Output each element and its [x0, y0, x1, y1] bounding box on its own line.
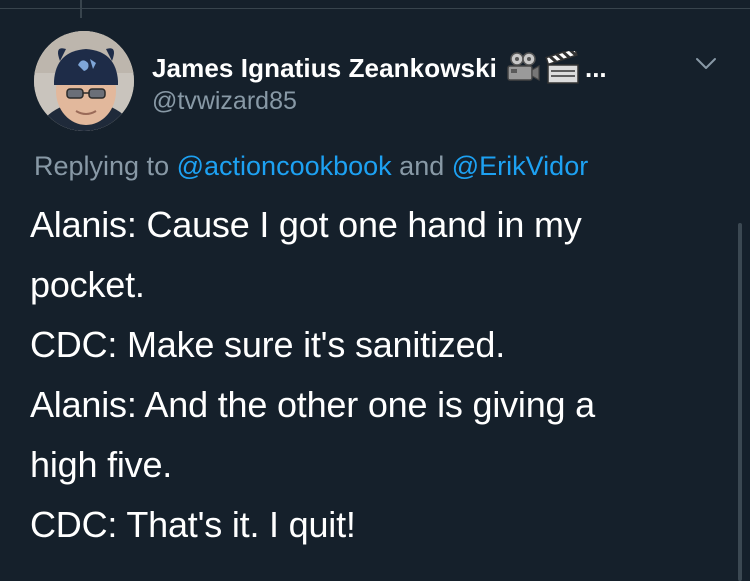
replying-to-label: Replying to	[34, 151, 170, 181]
movie-camera-icon	[507, 52, 540, 82]
mention-link[interactable]: @ErikVidor	[452, 151, 588, 181]
tweet-text-line: CDC: That's it. I quit!	[30, 504, 356, 545]
clapper-board-icon	[545, 51, 579, 84]
scrollbar[interactable]	[738, 223, 742, 581]
avatar[interactable]	[34, 31, 134, 131]
tweet-text: Alanis: Cause I got one hand in my pocke…	[30, 195, 720, 555]
avatar-photo-icon	[34, 31, 134, 131]
replying-to-line: Replying to @actioncookbook and @ErikVid…	[34, 148, 588, 184]
more-options-chevron-icon[interactable]	[694, 54, 718, 74]
display-name-row[interactable]: James Ignatius Zeankowski ...	[152, 50, 607, 86]
tweet-text-line: high five.	[30, 444, 173, 485]
mention-link[interactable]: @actioncookbook	[177, 151, 392, 181]
tweet-header: James Ignatius Zeankowski ... @tvwizard8…	[152, 50, 607, 116]
top-divider	[0, 0, 750, 9]
tweet-text-line: Alanis: And the other one is giving a	[30, 384, 595, 425]
display-name[interactable]: James Ignatius Zeankowski	[152, 53, 497, 84]
thread-connector-line	[80, 0, 82, 18]
mention-joiner: and	[399, 151, 445, 181]
user-handle[interactable]: @tvwizard85	[152, 86, 607, 116]
tweet-text-line: CDC: Make sure it's sanitized.	[30, 324, 506, 365]
tweet-text-line: pocket.	[30, 264, 145, 305]
name-truncation: ...	[584, 52, 607, 83]
tweet-text-line: Alanis: Cause I got one hand in my	[30, 204, 582, 245]
